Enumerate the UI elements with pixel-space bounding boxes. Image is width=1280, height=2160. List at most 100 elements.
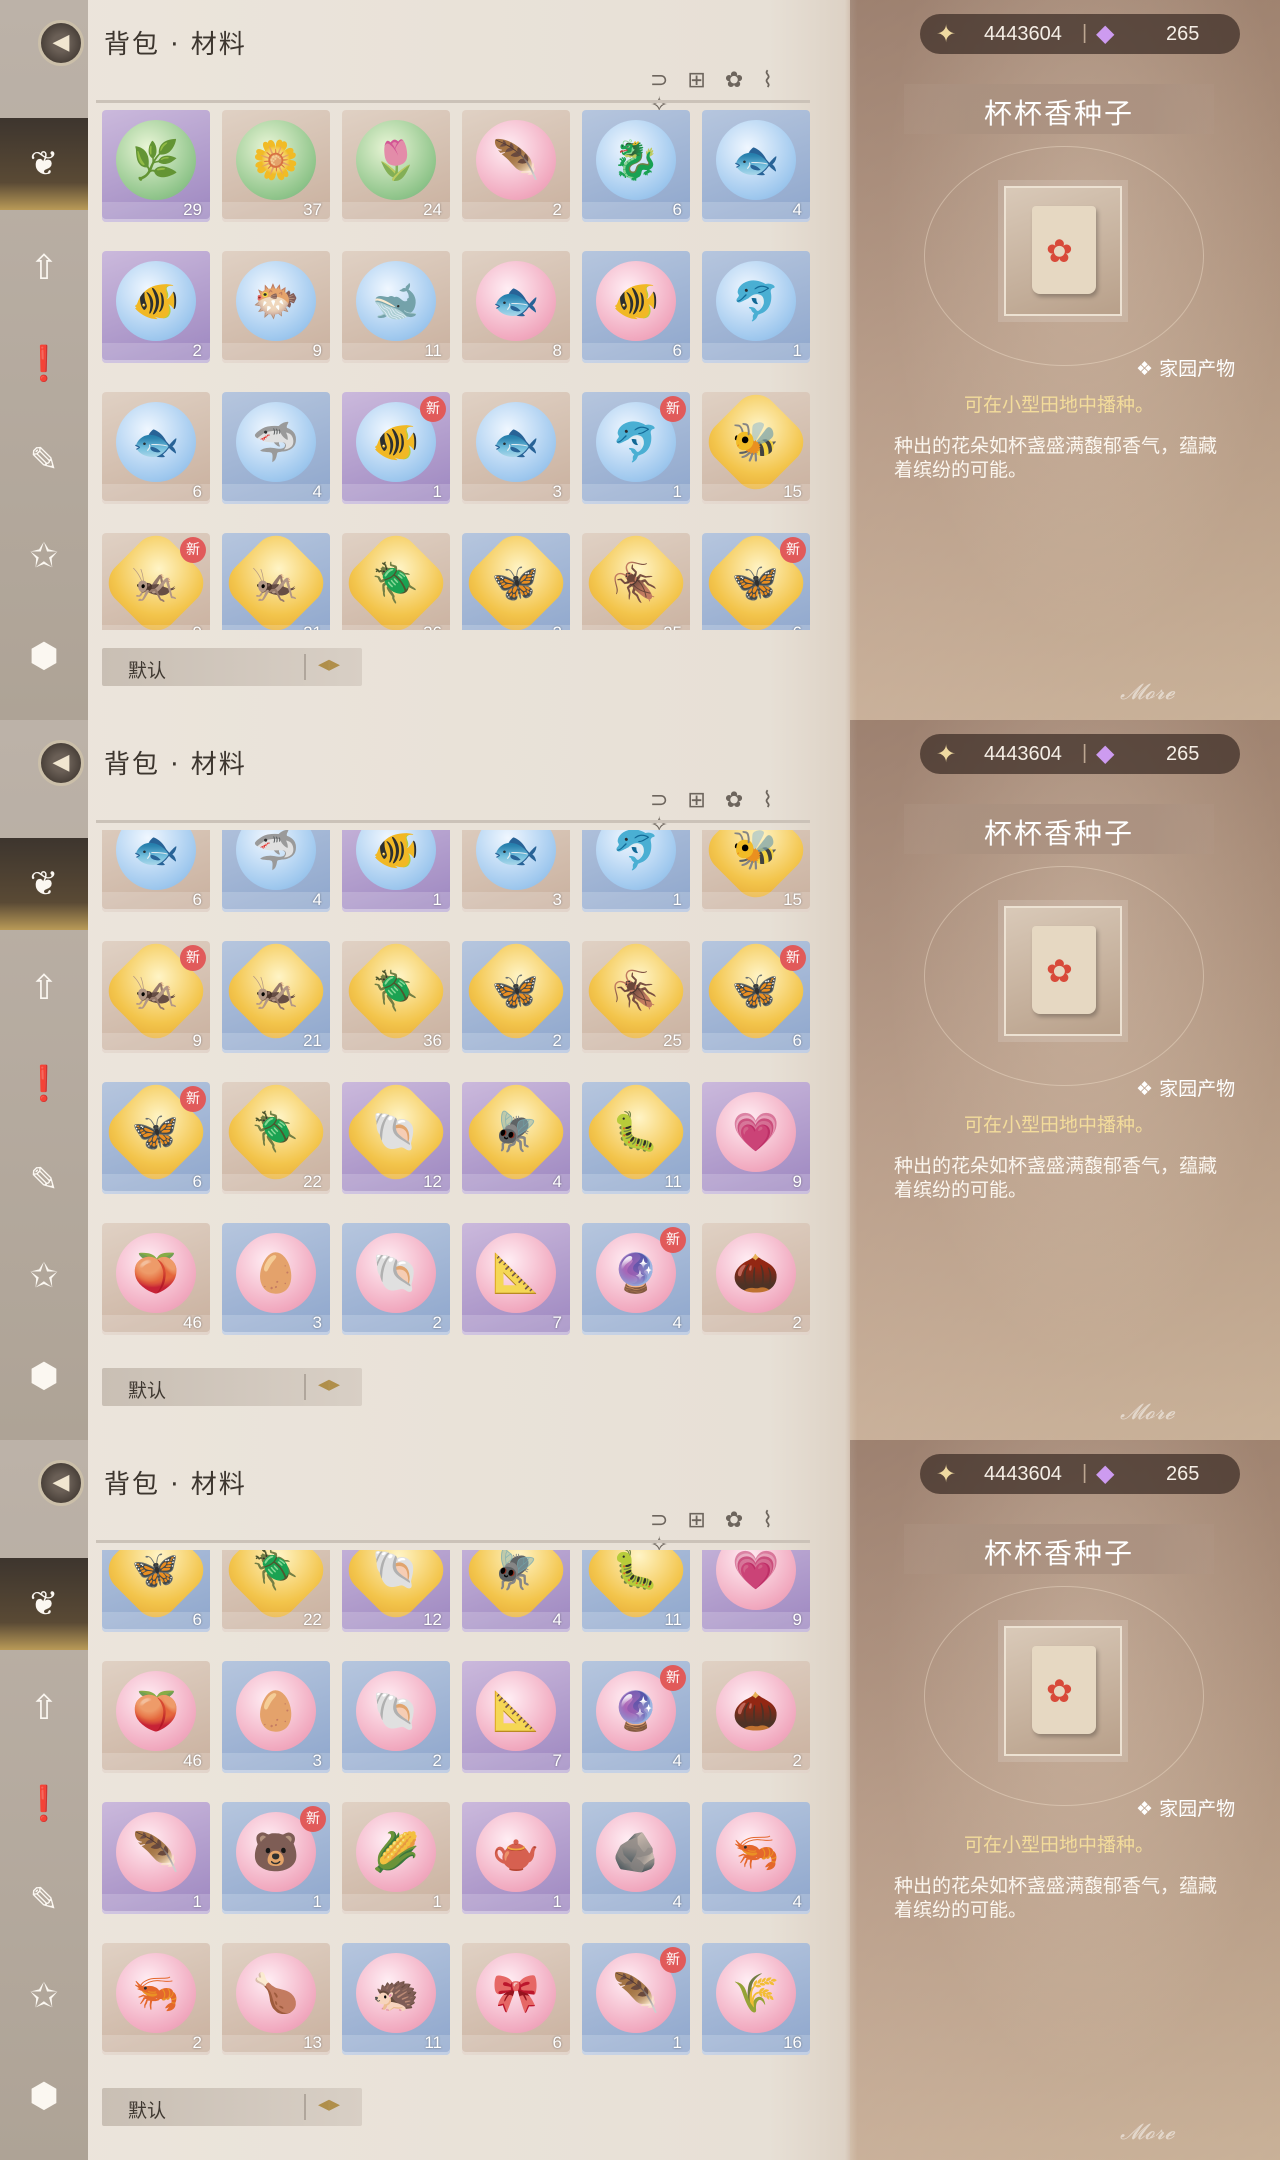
- inventory-slot[interactable]: 🦋 6 新: [702, 533, 810, 630]
- inventory-slot[interactable]: 🦗 9 新: [102, 533, 210, 630]
- inventory-slot[interactable]: 🌰 2: [702, 1661, 810, 1773]
- inventory-slot[interactable]: 🦋 6 新: [102, 1082, 210, 1194]
- inventory-slot[interactable]: 🌼 37: [222, 110, 330, 222]
- back-logo-icon[interactable]: ◀: [38, 1460, 84, 1506]
- inventory-slot[interactable]: 🐉 6: [582, 110, 690, 222]
- inventory-slot[interactable]: 🔮 4 新: [582, 1661, 690, 1773]
- inventory-slot[interactable]: 🐬 1: [702, 251, 810, 363]
- gem-icon[interactable]: ◆: [1096, 1459, 1114, 1488]
- inventory-slot[interactable]: 🦋2: [462, 941, 570, 1053]
- inventory-slot[interactable]: 🐬 1 新: [582, 392, 690, 504]
- inventory-slot[interactable]: 🥚 3: [222, 1223, 330, 1335]
- sidebar-item-materials[interactable]: ❦: [0, 1558, 88, 1650]
- inventory-slot[interactable]: 🌰 2: [702, 1223, 810, 1335]
- sort-selector[interactable]: 默认 ◂▸: [102, 648, 362, 686]
- back-logo-icon[interactable]: ◀: [38, 20, 84, 66]
- inventory-slot[interactable]: 🐠 2: [102, 251, 210, 363]
- inventory-slot[interactable]: 🪰 4: [462, 1550, 570, 1632]
- inventory-slot[interactable]: 🪳25: [582, 941, 690, 1053]
- sort-toggle-icon[interactable]: ◂▸: [318, 2092, 340, 2117]
- inventory-slot[interactable]: 🐟 8: [462, 251, 570, 363]
- inventory-slot[interactable]: 🌾 16: [702, 1943, 810, 2055]
- sidebar-item-star[interactable]: ✩: [0, 1950, 88, 2042]
- inventory-slot[interactable]: 🦗21: [222, 533, 330, 630]
- inventory-slot[interactable]: 🐛 11: [582, 1550, 690, 1632]
- inventory-slot[interactable]: 🦈 4: [222, 392, 330, 504]
- inventory-slot[interactable]: 🌽 1: [342, 1802, 450, 1914]
- inventory-slot[interactable]: 🫖 1: [462, 1802, 570, 1914]
- inventory-slot[interactable]: 💗 9: [702, 1550, 810, 1632]
- inventory-slot[interactable]: 🐡 9: [222, 251, 330, 363]
- inventory-slot[interactable]: 🐚 2: [342, 1661, 450, 1773]
- inventory-slot[interactable]: 🌷 24: [342, 110, 450, 222]
- inventory-slot[interactable]: 🔮 4 新: [582, 1223, 690, 1335]
- inventory-slot[interactable]: 📐 7: [462, 1223, 570, 1335]
- inventory-slot[interactable]: 🐠 1 新: [342, 392, 450, 504]
- inventory-slot[interactable]: 🪲 22: [222, 1082, 330, 1194]
- inventory-slot[interactable]: 🦋 6: [102, 1550, 210, 1632]
- inventory-slot[interactable]: 🪶 2: [462, 110, 570, 222]
- inventory-slot[interactable]: 🦐 4: [702, 1802, 810, 1914]
- inventory-slot[interactable]: 🐝 15: [702, 830, 810, 912]
- sidebar-item-cube[interactable]: ⬢: [0, 610, 88, 702]
- inventory-slot[interactable]: 🦗21: [222, 941, 330, 1053]
- sidebar-item-crystal[interactable]: ✎: [0, 1854, 88, 1946]
- sort-toggle-icon[interactable]: ◂▸: [318, 652, 340, 677]
- inventory-slot[interactable]: 🐻 1 新: [222, 1802, 330, 1914]
- inventory-slot[interactable]: 🥚 3: [222, 1661, 330, 1773]
- inventory-slot[interactable]: 🪲36: [342, 941, 450, 1053]
- inventory-slot[interactable]: 🐬 1: [582, 830, 690, 912]
- inventory-slot[interactable]: 🦋2: [462, 533, 570, 630]
- inventory-slot[interactable]: 🐟 4: [702, 110, 810, 222]
- inventory-slot[interactable]: 🐛 11: [582, 1082, 690, 1194]
- inventory-slot[interactable]: 🪳25: [582, 533, 690, 630]
- sort-selector[interactable]: 默认 ◂▸: [102, 1368, 362, 1406]
- inventory-slot[interactable]: 🐠 6: [582, 251, 690, 363]
- sidebar-item-quest[interactable]: ❗: [0, 318, 88, 410]
- sidebar-item-cube[interactable]: ⬢: [0, 2050, 88, 2142]
- inventory-slot[interactable]: 🐟 6: [102, 392, 210, 504]
- inventory-slot[interactable]: 🌿 29: [102, 110, 210, 222]
- sort-toggle-icon[interactable]: ◂▸: [318, 1372, 340, 1397]
- inventory-slot[interactable]: 🦐 2: [102, 1943, 210, 2055]
- inventory-slot[interactable]: 🍗 13: [222, 1943, 330, 2055]
- gem-icon[interactable]: ◆: [1096, 739, 1114, 768]
- inventory-slot[interactable]: 🐟 6: [102, 830, 210, 912]
- inventory-slot[interactable]: 🍑 46: [102, 1223, 210, 1335]
- inventory-slot[interactable]: 🐚 12: [342, 1550, 450, 1632]
- inventory-slot[interactable]: 🐋 11: [342, 251, 450, 363]
- sidebar-item-quest[interactable]: ❗: [0, 1038, 88, 1130]
- inventory-slot[interactable]: 🐚 12: [342, 1082, 450, 1194]
- inventory-slot[interactable]: 🦗 9 新: [102, 941, 210, 1053]
- inventory-slot[interactable]: 🐠 1: [342, 830, 450, 912]
- inventory-slot[interactable]: 📐 7: [462, 1661, 570, 1773]
- sidebar-item-quest[interactable]: ❗: [0, 1758, 88, 1850]
- sidebar-item-star[interactable]: ✩: [0, 510, 88, 602]
- inventory-slot[interactable]: 🪶 1 新: [582, 1943, 690, 2055]
- sidebar-item-upgrade[interactable]: ⇧: [0, 222, 88, 314]
- sidebar-item-upgrade[interactable]: ⇧: [0, 942, 88, 1034]
- inventory-slot[interactable]: 🪲 22: [222, 1550, 330, 1632]
- sidebar-item-star[interactable]: ✩: [0, 1230, 88, 1322]
- sidebar-item-materials[interactable]: ❦: [0, 118, 88, 210]
- sidebar-item-crystal[interactable]: ✎: [0, 1134, 88, 1226]
- gem-icon[interactable]: ◆: [1096, 19, 1114, 48]
- sort-selector[interactable]: 默认 ◂▸: [102, 2088, 362, 2126]
- inventory-slot[interactable]: 🎀 6: [462, 1943, 570, 2055]
- inventory-slot[interactable]: 🍑 46: [102, 1661, 210, 1773]
- inventory-slot[interactable]: 🐟 3: [462, 830, 570, 912]
- sidebar-item-upgrade[interactable]: ⇧: [0, 1662, 88, 1754]
- inventory-slot[interactable]: 🦋 6 新: [702, 941, 810, 1053]
- sidebar-item-crystal[interactable]: ✎: [0, 414, 88, 506]
- inventory-slot[interactable]: 🪶 1: [102, 1802, 210, 1914]
- inventory-slot[interactable]: 🪲36: [342, 533, 450, 630]
- back-logo-icon[interactable]: ◀: [38, 740, 84, 786]
- sidebar-item-materials[interactable]: ❦: [0, 838, 88, 930]
- inventory-slot[interactable]: 🪰 4: [462, 1082, 570, 1194]
- inventory-slot[interactable]: 🪨 4: [582, 1802, 690, 1914]
- sidebar-item-cube[interactable]: ⬢: [0, 1330, 88, 1422]
- inventory-slot[interactable]: 💗 9: [702, 1082, 810, 1194]
- inventory-slot[interactable]: 🦔 11: [342, 1943, 450, 2055]
- inventory-slot[interactable]: 🦈 4: [222, 830, 330, 912]
- inventory-slot[interactable]: 🐚 2: [342, 1223, 450, 1335]
